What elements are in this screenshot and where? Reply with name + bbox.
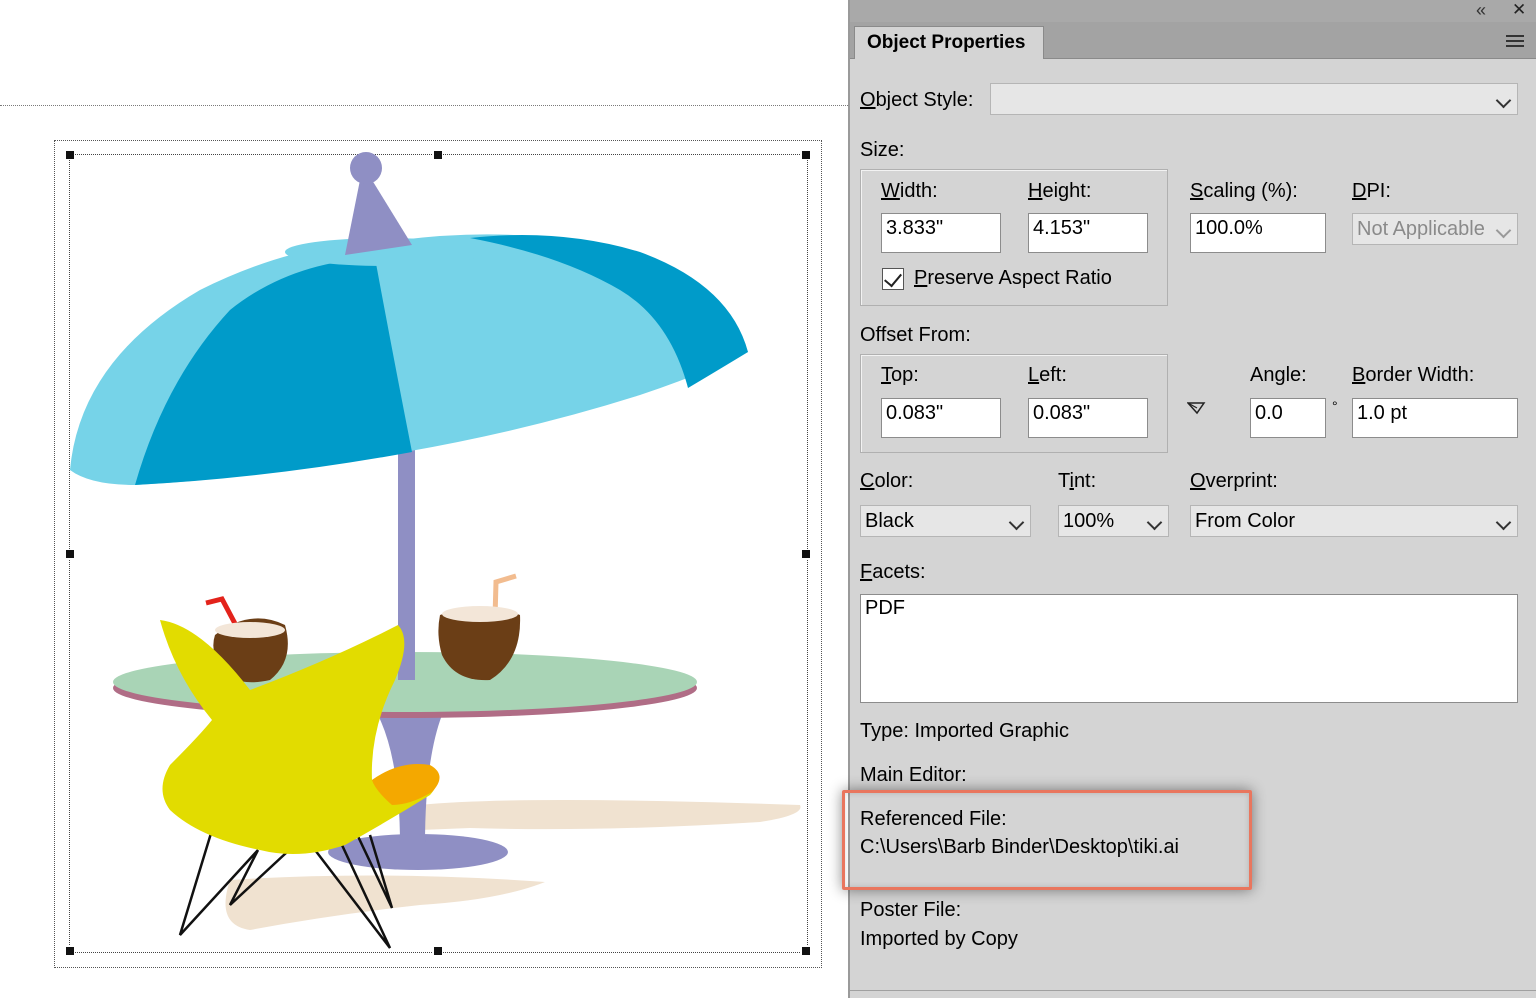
border-width-label: Border Width: — [1352, 364, 1475, 386]
offset-from-label: Offset From: — [860, 324, 971, 346]
resize-handle-tc[interactable] — [433, 150, 443, 160]
color-value: Black — [865, 510, 914, 532]
facets-textarea[interactable]: PDF — [860, 594, 1518, 703]
size-label: Size: — [860, 139, 905, 161]
overprint-label: Overprint: — [1190, 470, 1278, 492]
color-label: Color: — [860, 470, 914, 492]
top-offset-field[interactable]: 0.083" — [881, 398, 1001, 438]
chevron-down-icon — [1495, 92, 1512, 109]
facets-label: Facets: — [860, 561, 926, 583]
panel-menu-icon[interactable] — [1506, 35, 1524, 47]
width-field[interactable]: 3.833" — [881, 213, 1001, 253]
tab-object-properties[interactable]: Object Properties — [854, 26, 1044, 59]
dpi-dropdown: Not Applicable — [1352, 213, 1518, 245]
coconut-right-top — [442, 606, 518, 622]
preserve-aspect-checkbox[interactable] — [882, 268, 904, 290]
panel-titlebar: « ✕ — [850, 0, 1536, 22]
coconut-left-top — [215, 622, 285, 638]
resize-handle-br[interactable] — [801, 946, 811, 956]
document-canvas[interactable] — [0, 0, 848, 998]
checkmark-icon — [884, 268, 902, 288]
height-label: Height: — [1028, 180, 1092, 202]
degree-symbol: ° — [1332, 398, 1338, 414]
chevron-down-icon — [1495, 514, 1512, 531]
left-label: Left: — [1028, 364, 1067, 386]
close-icon[interactable]: ✕ — [1512, 0, 1526, 20]
collapse-icon[interactable]: « — [1476, 0, 1486, 21]
offset-corner-icon[interactable] — [1187, 400, 1207, 416]
ground-shadow — [420, 800, 801, 830]
top-label: Top: — [881, 364, 919, 386]
resize-handle-bl[interactable] — [65, 946, 75, 956]
left-offset-field[interactable]: 0.083" — [1028, 398, 1148, 438]
resize-handle-ml[interactable] — [65, 549, 75, 559]
poster-file-value: Imported by Copy — [860, 928, 1018, 950]
resize-handle-tl[interactable] — [65, 150, 75, 160]
width-label: Width: — [881, 180, 938, 202]
tint-dropdown[interactable]: 100% — [1058, 505, 1169, 537]
chevron-down-icon — [1008, 514, 1025, 531]
height-field[interactable]: 4.153" — [1028, 213, 1148, 253]
type-text: Type: Imported Graphic — [860, 720, 1069, 742]
color-dropdown[interactable]: Black — [860, 505, 1031, 537]
umbrella-knob — [350, 152, 382, 184]
resize-handle-tr[interactable] — [801, 150, 811, 160]
overprint-value: From Color — [1195, 510, 1296, 532]
resize-handle-mr[interactable] — [801, 549, 811, 559]
border-width-field[interactable]: 1.0 pt — [1352, 398, 1518, 438]
panel-bottom-divider — [850, 990, 1536, 991]
referenced-file-highlight — [842, 790, 1252, 890]
tint-label: Tint: — [1058, 470, 1097, 492]
tint-value: 100% — [1063, 510, 1115, 532]
overprint-dropdown[interactable]: From Color — [1190, 505, 1518, 537]
chevron-down-icon — [1146, 514, 1163, 531]
main-editor-label: Main Editor: — [860, 764, 967, 786]
dpi-value: Not Applicable — [1357, 218, 1485, 240]
umbrella-finial — [345, 180, 412, 255]
tiki-illustration[interactable] — [0, 0, 848, 998]
scaling-label: Scaling (%): — [1190, 180, 1298, 202]
object-style-label: Object Style: — [860, 89, 974, 111]
poster-file-label: Poster File: — [860, 899, 962, 921]
object-style-dropdown[interactable] — [990, 83, 1518, 115]
angle-field[interactable]: 0.0 — [1250, 398, 1326, 438]
preserve-aspect-label: Preserve Aspect Ratio — [914, 267, 1112, 289]
dpi-label: DPI: — [1352, 180, 1391, 202]
scaling-field[interactable]: 100.0% — [1190, 213, 1326, 253]
resize-handle-bc[interactable] — [433, 946, 443, 956]
chevron-down-icon — [1495, 222, 1512, 239]
angle-label: Angle: — [1250, 364, 1307, 386]
